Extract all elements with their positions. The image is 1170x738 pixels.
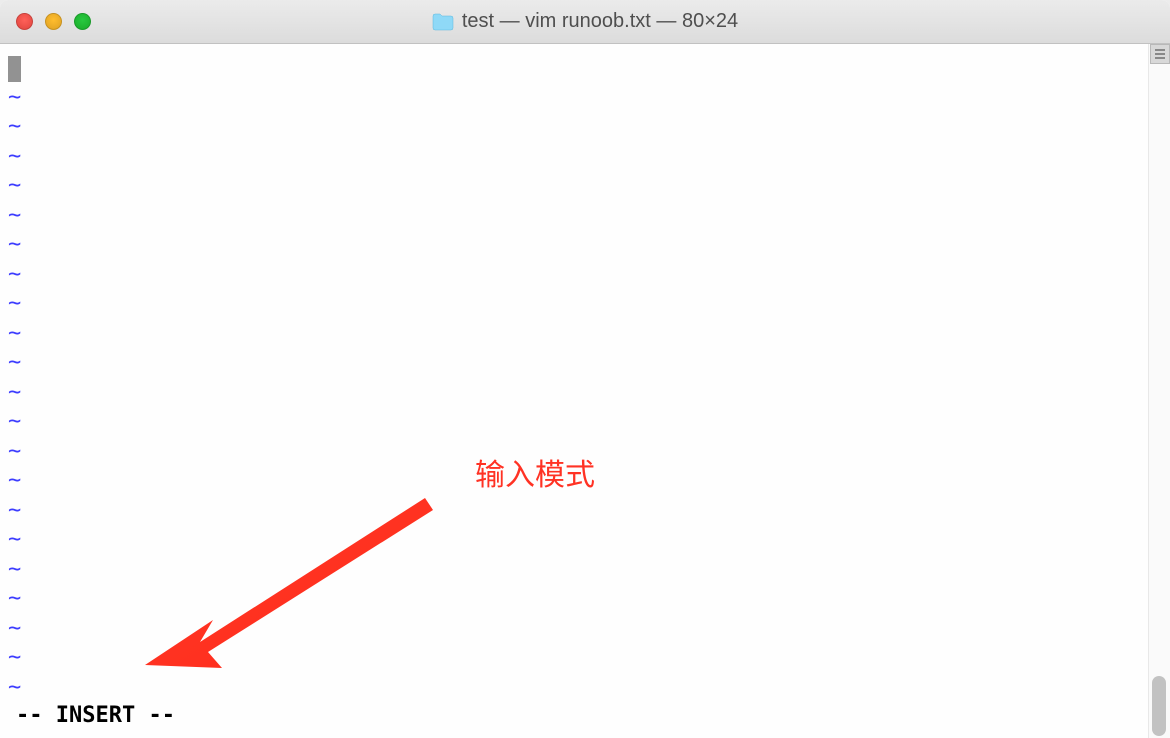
tilde-line: ~: [8, 437, 1140, 467]
tilde-line: ~: [8, 525, 1140, 555]
tilde-line: ~: [8, 555, 1140, 585]
status-line: -- INSERT --: [8, 702, 1140, 732]
tilde-line: ~: [8, 643, 1140, 673]
tilde-line: ~: [8, 496, 1140, 526]
traffic-lights: [0, 13, 91, 30]
scrollbar-track[interactable]: [1148, 44, 1170, 738]
scrollbar-menu-icon[interactable]: [1150, 44, 1170, 64]
tilde-line: ~: [8, 407, 1140, 437]
tilde-line: ~: [8, 112, 1140, 142]
folder-icon: [432, 13, 454, 31]
cursor-block: [8, 56, 21, 82]
scrollbar-thumb[interactable]: [1152, 676, 1166, 736]
tilde-line: ~: [8, 142, 1140, 172]
cursor-line: [8, 54, 1140, 83]
terminal-window: test — vim runoob.txt — 80×24 ~~~~~~~~~~…: [0, 0, 1170, 738]
tilde-line: ~: [8, 584, 1140, 614]
tilde-line: ~: [8, 614, 1140, 644]
tilde-line: ~: [8, 260, 1140, 290]
tilde-line: ~: [8, 230, 1140, 260]
minimize-button[interactable]: [45, 13, 62, 30]
window-title: test — vim runoob.txt — 80×24: [462, 10, 738, 33]
tilde-line: ~: [8, 319, 1140, 349]
titlebar: test — vim runoob.txt — 80×24: [0, 0, 1170, 44]
tilde-lines: ~~~~~~~~~~~~~~~~~~~~~: [8, 83, 1140, 703]
tilde-line: ~: [8, 171, 1140, 201]
title-container: test — vim runoob.txt — 80×24: [0, 10, 1170, 33]
tilde-line: ~: [8, 289, 1140, 319]
tilde-line: ~: [8, 83, 1140, 113]
tilde-line: ~: [8, 378, 1140, 408]
editor-area[interactable]: ~~~~~~~~~~~~~~~~~~~~~ -- INSERT --: [0, 44, 1170, 738]
close-button[interactable]: [16, 13, 33, 30]
tilde-line: ~: [8, 466, 1140, 496]
tilde-line: ~: [8, 673, 1140, 703]
tilde-line: ~: [8, 348, 1140, 378]
editor-content[interactable]: ~~~~~~~~~~~~~~~~~~~~~ -- INSERT --: [0, 44, 1148, 738]
maximize-button[interactable]: [74, 13, 91, 30]
tilde-line: ~: [8, 201, 1140, 231]
